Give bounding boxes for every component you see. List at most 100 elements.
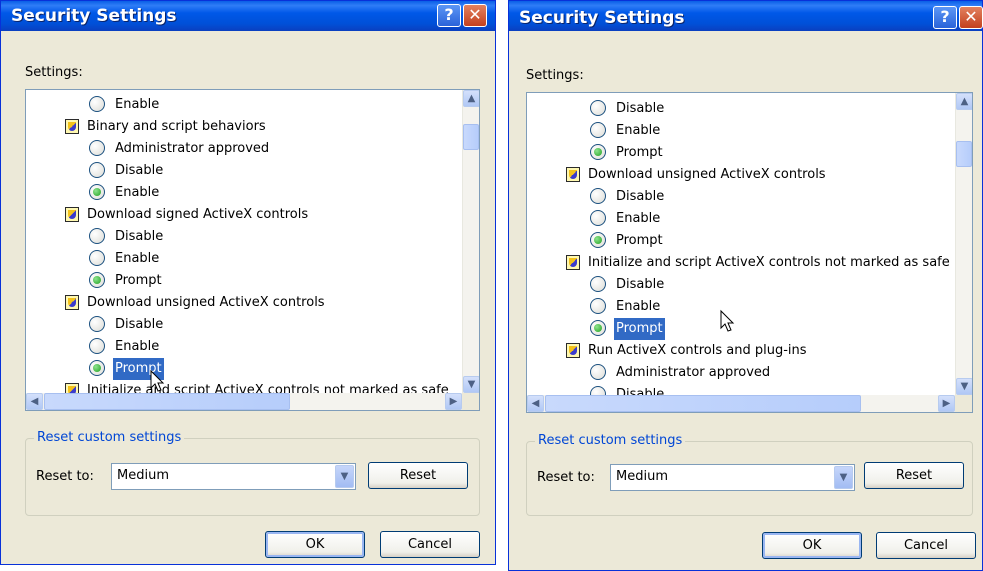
radio-button-selected[interactable] <box>89 184 105 200</box>
reset-group-title: Reset custom settings <box>34 430 185 445</box>
security-settings-dialog-right: Security Settings ? ✕ Settings: Disable E… <box>508 0 983 571</box>
vertical-scrollbar[interactable]: ▲ ▼ <box>462 90 479 393</box>
ok-button[interactable]: OK <box>762 532 862 559</box>
radio-button[interactable] <box>89 96 105 112</box>
scroll-up-arrow-icon[interactable]: ▲ <box>956 93 972 110</box>
option-label: Enable <box>616 123 661 138</box>
group-label: Download unsigned ActiveX controls <box>87 295 325 310</box>
scroll-down-arrow-icon[interactable]: ▼ <box>463 376 479 393</box>
radio-button[interactable] <box>590 276 606 292</box>
vertical-scroll-thumb[interactable] <box>463 124 479 150</box>
option-label: Prompt <box>614 318 665 340</box>
option-label: Prompt <box>616 233 663 248</box>
close-icon[interactable]: ✕ <box>959 6 983 29</box>
close-icon[interactable]: ✕ <box>463 4 487 27</box>
vertical-scroll-thumb[interactable] <box>956 141 972 167</box>
reset-custom-settings-group: Reset custom settings Reset to: Medium ▼… <box>526 433 973 516</box>
option-label: Enable <box>115 185 160 200</box>
radio-button[interactable] <box>590 188 606 204</box>
settings-label: Settings: <box>25 65 83 80</box>
scroll-right-arrow-icon[interactable]: ▶ <box>445 393 462 410</box>
scroll-left-arrow-icon[interactable]: ◀ <box>527 395 544 412</box>
scroll-right-arrow-icon[interactable]: ▶ <box>938 395 955 412</box>
radio-button[interactable] <box>590 100 606 116</box>
vertical-scrollbar[interactable]: ▲ ▼ <box>955 93 972 395</box>
security-shield-icon <box>566 255 580 270</box>
radio-button[interactable] <box>89 250 105 266</box>
dialog-title: Security Settings <box>519 8 685 28</box>
settings-label: Settings: <box>526 68 584 83</box>
option-label: Enable <box>616 299 661 314</box>
option-label: Administrator approved <box>115 141 270 156</box>
option-label: Disable <box>616 277 665 292</box>
help-icon[interactable]: ? <box>933 6 957 29</box>
security-shield-icon <box>65 119 79 134</box>
radio-button-selected[interactable] <box>89 360 105 376</box>
option-label: Disable <box>616 101 665 116</box>
title-bar[interactable]: Security Settings ? ✕ <box>1 1 495 31</box>
scroll-up-arrow-icon[interactable]: ▲ <box>463 90 479 107</box>
reset-group-title: Reset custom settings <box>535 433 686 448</box>
radio-button[interactable] <box>89 228 105 244</box>
chevron-down-icon[interactable]: ▼ <box>335 465 354 488</box>
help-icon[interactable]: ? <box>437 4 461 27</box>
reset-level-value: Medium <box>117 468 169 483</box>
mouse-cursor-icon <box>150 369 165 392</box>
radio-button[interactable] <box>89 162 105 178</box>
reset-to-label: Reset to: <box>537 470 595 485</box>
reset-button[interactable]: Reset <box>864 462 964 489</box>
security-shield-icon <box>65 207 79 222</box>
reset-level-value: Medium <box>616 469 668 484</box>
radio-button[interactable] <box>89 316 105 332</box>
option-label: Enable <box>115 251 160 266</box>
radio-button[interactable] <box>590 122 606 138</box>
security-shield-icon <box>566 343 580 358</box>
reset-level-select[interactable]: Medium ▼ <box>111 463 356 490</box>
group-label: Binary and script behaviors <box>87 119 266 134</box>
radio-button[interactable] <box>590 298 606 314</box>
radio-button[interactable] <box>89 140 105 156</box>
option-label: Prompt <box>616 145 663 160</box>
radio-button-selected[interactable] <box>590 144 606 160</box>
scrollbar-corner <box>955 395 972 412</box>
option-label: Disable <box>115 163 164 178</box>
radio-button[interactable] <box>590 210 606 226</box>
scrollbar-corner <box>462 393 479 410</box>
cancel-button[interactable]: Cancel <box>876 532 976 559</box>
group-label: Download unsigned ActiveX controls <box>588 167 826 182</box>
horizontal-scroll-thumb[interactable] <box>545 395 861 412</box>
radio-button[interactable] <box>89 338 105 354</box>
option-label: Prompt <box>115 273 162 288</box>
radio-button[interactable] <box>590 364 606 380</box>
option-label: Enable <box>115 97 160 112</box>
radio-button-selected[interactable] <box>590 320 606 336</box>
reset-custom-settings-group: Reset custom settings Reset to: Medium ▼… <box>25 430 480 516</box>
option-label: Administrator approved <box>616 365 771 380</box>
option-label: Enable <box>616 211 661 226</box>
scroll-down-arrow-icon[interactable]: ▼ <box>956 378 972 395</box>
security-shield-icon <box>65 295 79 310</box>
radio-button-selected[interactable] <box>89 272 105 288</box>
option-label: Enable <box>115 339 160 354</box>
radio-button-selected[interactable] <box>590 232 606 248</box>
horizontal-scrollbar[interactable]: ◀ ▶ <box>527 395 955 412</box>
mouse-cursor-icon <box>720 309 735 332</box>
option-label: Disable <box>616 189 665 204</box>
group-label: Run ActiveX controls and plug-ins <box>588 343 807 358</box>
settings-listbox[interactable]: Disable Enable Prompt Download unsigned Act… <box>526 92 973 413</box>
horizontal-scroll-thumb[interactable] <box>44 393 290 410</box>
reset-button[interactable]: Reset <box>368 462 468 489</box>
settings-listbox[interactable]: Enable Binary and script behaviors Adminis… <box>25 89 480 411</box>
horizontal-scrollbar[interactable]: ◀ ▶ <box>26 393 462 410</box>
reset-level-select[interactable]: Medium ▼ <box>610 464 855 491</box>
security-shield-icon <box>566 167 580 182</box>
option-label: Disable <box>115 317 164 332</box>
title-bar[interactable]: Security Settings ? ✕ <box>509 1 983 31</box>
ok-button[interactable]: OK <box>265 531 365 558</box>
group-label: Download signed ActiveX controls <box>87 207 309 222</box>
scroll-left-arrow-icon[interactable]: ◀ <box>26 393 43 410</box>
cancel-button[interactable]: Cancel <box>380 531 480 558</box>
dialog-title: Security Settings <box>11 6 177 26</box>
chevron-down-icon[interactable]: ▼ <box>834 466 853 489</box>
option-label: Disable <box>115 229 164 244</box>
